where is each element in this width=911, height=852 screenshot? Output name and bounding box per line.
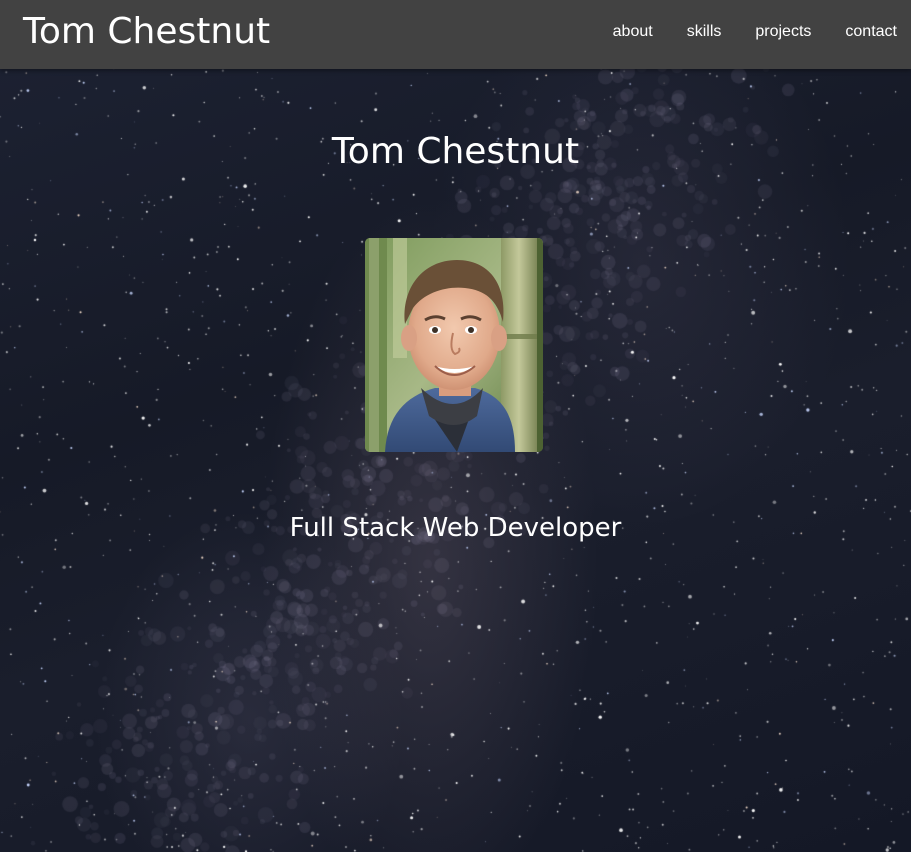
- nav-link-skills[interactable]: skills: [653, 22, 722, 42]
- nav-item-about: about: [579, 22, 653, 42]
- hero-subtitle: Full Stack Web Developer: [289, 513, 622, 543]
- nav-links: about skills projects contact: [579, 22, 897, 42]
- top-navbar: Tom Chestnut about skills projects conta…: [0, 0, 911, 69]
- profile-photo-illustration: [365, 238, 543, 452]
- brand-link[interactable]: Tom Chestnut: [23, 10, 270, 54]
- hero-section: Tom Chestnut Full Stack Web Developer: [0, 69, 911, 852]
- nav-link-about[interactable]: about: [579, 22, 653, 42]
- profile-photo: [365, 238, 543, 452]
- nav-item-projects: projects: [721, 22, 811, 42]
- nav-link-contact[interactable]: contact: [811, 22, 897, 42]
- nav-item-skills: skills: [653, 22, 722, 42]
- nav-item-contact: contact: [811, 22, 897, 42]
- hero-title: Tom Chestnut: [331, 131, 580, 172]
- nav-link-projects[interactable]: projects: [721, 22, 811, 42]
